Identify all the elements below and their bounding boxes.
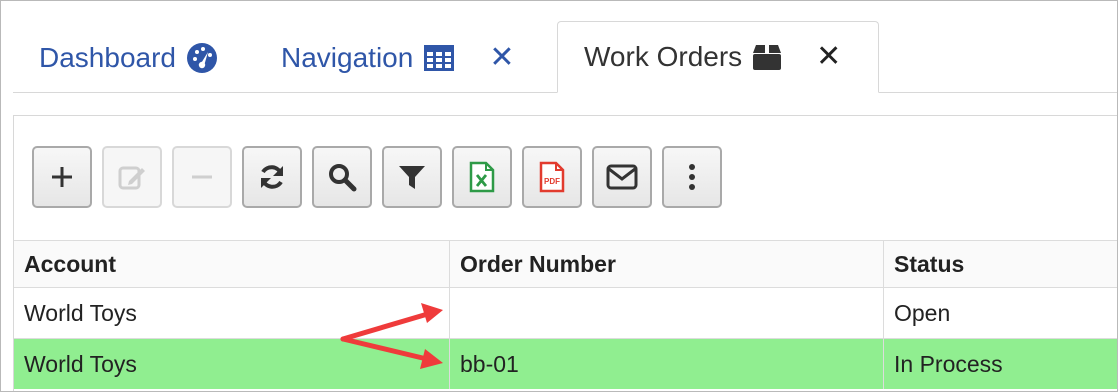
- tab-navigation-label: Navigation: [281, 42, 414, 73]
- grid-header-row: Account Order Number Status: [14, 240, 1117, 287]
- mail-icon: [606, 164, 638, 190]
- column-header-status[interactable]: Status: [884, 241, 1117, 287]
- tab-navigation-close-button[interactable]: ✕: [489, 43, 514, 73]
- box-icon: [752, 43, 782, 71]
- pdf-icon: PDF: [539, 161, 565, 193]
- work-orders-panel: PDF Account Order Number Status World To…: [13, 115, 1117, 391]
- cell-order-number: [450, 288, 884, 338]
- window: Dashboard Navigation ✕ Work Orders ✕ PDF…: [0, 0, 1118, 392]
- cell-status: In Process: [894, 350, 1003, 377]
- tab-bar: Dashboard Navigation ✕ Work Orders ✕: [1, 1, 1117, 93]
- add-button[interactable]: [32, 146, 92, 208]
- cell-status: Open: [894, 299, 951, 326]
- tab-navigation[interactable]: Navigation ✕: [281, 23, 514, 93]
- table-row[interactable]: World Toys Open: [14, 287, 1117, 338]
- minus-icon: [192, 175, 212, 179]
- refresh-icon: [261, 165, 283, 189]
- work-orders-grid: Account Order Number Status World Toys O…: [14, 240, 1117, 389]
- delete-button[interactable]: [172, 146, 232, 208]
- export-excel-button[interactable]: [452, 146, 512, 208]
- grid-toolbar: PDF: [32, 146, 722, 208]
- email-button[interactable]: [592, 146, 652, 208]
- table-row-selected[interactable]: World Toys bb-01 In Process: [14, 338, 1117, 389]
- edit-button[interactable]: [102, 146, 162, 208]
- search-icon: [329, 164, 357, 192]
- plus-icon: [52, 167, 72, 187]
- excel-icon: [469, 161, 495, 193]
- tab-work-orders-label: Work Orders: [584, 41, 743, 72]
- column-header-account[interactable]: Account: [14, 241, 450, 287]
- cell-order-number: bb-01: [450, 339, 884, 389]
- search-button[interactable]: [312, 146, 372, 208]
- tab-work-orders-close-button[interactable]: ✕: [816, 42, 841, 72]
- dashboard-gauge-icon: [186, 42, 218, 74]
- edit-icon: [118, 166, 145, 190]
- refresh-button[interactable]: [242, 146, 302, 208]
- more-vertical-icon: [689, 164, 695, 190]
- grid-icon: [423, 44, 455, 72]
- column-header-order-number[interactable]: Order Number: [450, 241, 884, 287]
- tab-work-orders[interactable]: Work Orders ✕: [557, 21, 879, 93]
- filter-icon: [399, 166, 425, 189]
- cell-account: World Toys: [14, 288, 450, 338]
- tab-dashboard[interactable]: Dashboard: [39, 23, 218, 93]
- pdf-icon-text: PDF: [544, 177, 560, 186]
- tab-dashboard-label: Dashboard: [39, 42, 176, 73]
- export-pdf-button[interactable]: PDF: [522, 146, 582, 208]
- filter-button[interactable]: [382, 146, 442, 208]
- cell-account: World Toys: [14, 339, 450, 389]
- more-button[interactable]: [662, 146, 722, 208]
